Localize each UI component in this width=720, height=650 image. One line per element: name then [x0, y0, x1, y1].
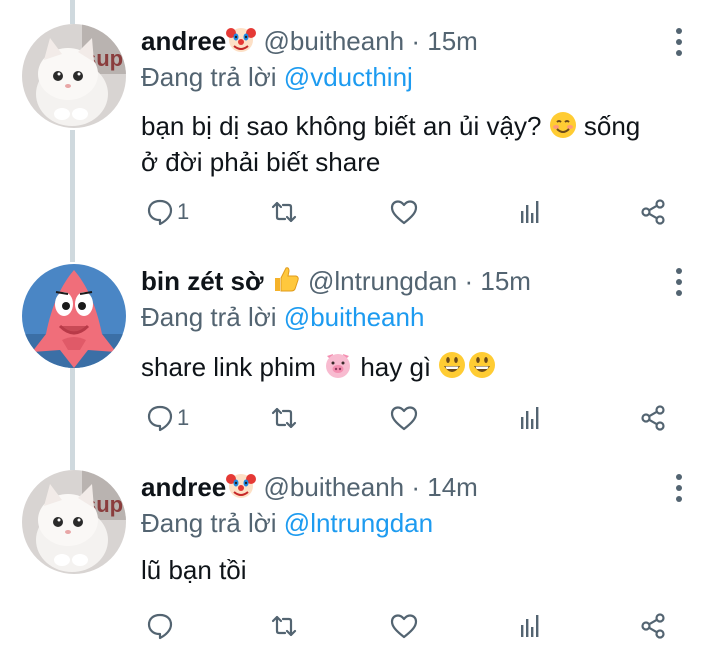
analytics-button[interactable] [515, 195, 545, 229]
tweet-actions: 1 [141, 401, 681, 435]
tweet-actions [141, 609, 681, 643]
timestamp[interactable]: · 15m [411, 26, 477, 56]
analytics-button[interactable] [515, 609, 545, 643]
tweet-actions: 1 [141, 195, 681, 229]
tweet[interactable]: bin zét sờ @lntrungdan · 15m Đang trả lờ… [0, 262, 720, 462]
clown-face-emoji [226, 24, 257, 61]
starfish-avatar-image [22, 264, 126, 368]
tweet-text: lũ bạn tồi [141, 555, 247, 585]
avatar[interactable]: sup [22, 24, 126, 128]
thumbs-up-emoji [271, 264, 301, 301]
retweet-icon [271, 407, 297, 429]
like-button[interactable] [389, 195, 419, 229]
analytics-icon [521, 201, 539, 223]
tweet-text-line: ở đời phải biết share [141, 147, 381, 177]
timestamp[interactable]: · 14m [411, 472, 477, 502]
retweet-button[interactable] [269, 609, 299, 643]
more-options-icon[interactable] [674, 474, 684, 502]
replying-to: Đang trả lời @lntrungdan [141, 506, 433, 540]
display-name[interactable]: bin zét sờ [141, 266, 264, 296]
more-options-icon[interactable] [674, 28, 684, 56]
analytics-button[interactable] [515, 401, 545, 435]
clown-face-emoji [226, 470, 257, 507]
tweet-header: bin zét sờ @lntrungdan · 15m [141, 264, 531, 296]
like-button[interactable] [389, 401, 419, 435]
share-button[interactable] [638, 401, 668, 435]
more-options-icon[interactable] [674, 268, 684, 296]
share-icon [641, 613, 665, 639]
grinning-face-emoji [438, 350, 496, 387]
reply-icon [147, 199, 173, 226]
share-button[interactable] [638, 609, 668, 643]
user-handle[interactable]: @lntrungdan [308, 266, 457, 296]
share-icon [641, 199, 665, 225]
share-icon [641, 405, 665, 431]
user-handle[interactable]: @buitheanh [264, 26, 405, 56]
replying-to: Đang trả lời @buitheanh [141, 300, 424, 334]
reply-count: 1 [177, 405, 190, 430]
reply-icon [147, 405, 173, 432]
replying-label: Đang trả lời [141, 62, 277, 92]
avatar[interactable]: sup [22, 470, 126, 574]
heart-icon [390, 614, 418, 639]
tweet[interactable]: sup andree @buitheanh · 15m Đang trả lời… [0, 0, 720, 250]
kitten-avatar-image: sup [22, 24, 126, 128]
display-name[interactable]: andree [141, 26, 226, 56]
replying-label: Đang trả lời [141, 508, 277, 538]
tweet-text-part: hay gì [360, 352, 432, 382]
mention-link[interactable]: @vducthinj [284, 62, 413, 92]
reply-button[interactable] [145, 609, 177, 643]
reply-button[interactable]: 1 [145, 401, 189, 435]
timestamp[interactable]: · 15m [464, 266, 530, 296]
user-handle[interactable]: @buitheanh [264, 472, 405, 502]
tweet[interactable]: sup andree @buitheanh · 14m Đang trả lời… [0, 470, 720, 650]
reply-button[interactable]: 1 [145, 195, 189, 229]
pig-face-emoji [323, 350, 353, 387]
share-button[interactable] [638, 195, 668, 229]
display-name[interactable]: andree [141, 472, 226, 502]
tweet-header: andree @buitheanh · 14m [141, 470, 478, 502]
retweet-icon [271, 615, 297, 637]
kitten-avatar-image: sup [22, 470, 126, 574]
reply-count: 1 [177, 199, 190, 224]
analytics-icon [521, 407, 539, 429]
avatar[interactable] [22, 264, 126, 368]
replying-to: Đang trả lời @vducthinj [141, 60, 413, 94]
retweet-button[interactable] [269, 401, 299, 435]
smiling-face-emoji [549, 111, 577, 146]
analytics-icon [521, 615, 539, 637]
tweet-text: share link phim hay gì [141, 350, 690, 387]
replying-label: Đang trả lời [141, 302, 277, 332]
tweet-header: andree @buitheanh · 15m [141, 24, 478, 56]
tweet-text: bạn bị dị sao không biết an ủi vậy? sống… [141, 110, 690, 178]
tweet-text-part: share link phim [141, 352, 316, 382]
tweet-text-line: bạn bị dị sao không biết an ủi vậy? [141, 111, 542, 141]
retweet-button[interactable] [269, 195, 299, 229]
retweet-icon [271, 201, 297, 223]
mention-link[interactable]: @buitheanh [284, 302, 425, 332]
heart-icon [390, 200, 418, 225]
reply-icon [147, 613, 173, 640]
heart-icon [390, 406, 418, 431]
like-button[interactable] [389, 609, 419, 643]
mention-link[interactable]: @lntrungdan [284, 508, 433, 538]
tweet-text-line: sống [583, 111, 641, 141]
